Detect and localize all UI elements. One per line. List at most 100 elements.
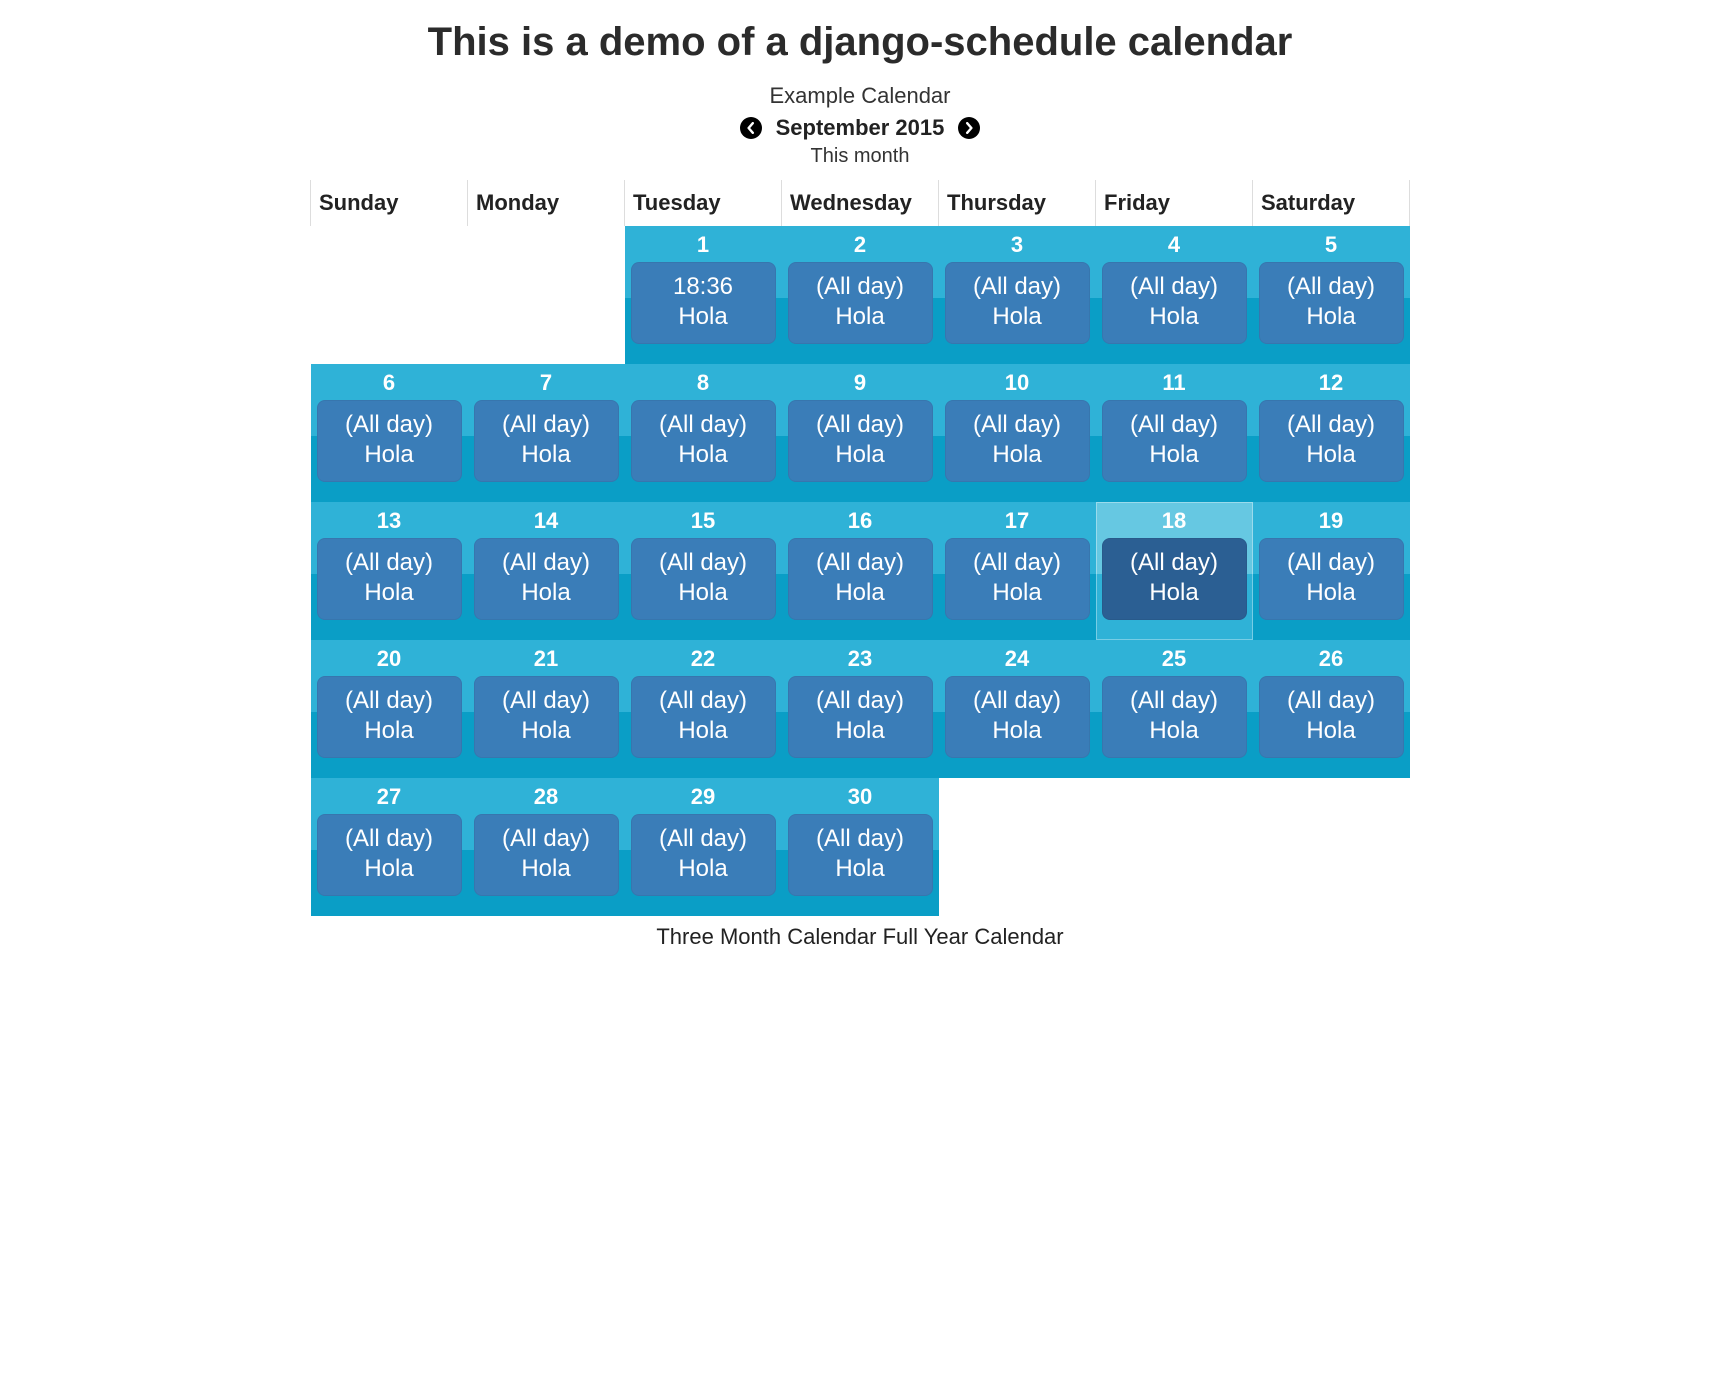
calendar-event[interactable]: (All day)Hola xyxy=(631,676,776,758)
event-time: (All day) xyxy=(480,410,613,440)
calendar-day-cell[interactable]: 118:36Hola xyxy=(625,226,782,364)
event-title: Hola xyxy=(1108,578,1241,608)
calendar-day-cell[interactable]: 27(All day)Hola xyxy=(311,778,468,916)
calendar-week-row: 20(All day)Hola21(All day)Hola22(All day… xyxy=(311,640,1410,778)
event-title: Hola xyxy=(1108,302,1241,332)
day-number: 28 xyxy=(474,784,619,810)
day-number: 2 xyxy=(788,232,933,258)
calendar-event[interactable]: (All day)Hola xyxy=(945,400,1090,482)
calendar-event[interactable]: (All day)Hola xyxy=(1259,538,1404,620)
calendar-event[interactable]: (All day)Hola xyxy=(1259,400,1404,482)
weekday-header: Tuesday xyxy=(625,180,782,226)
calendar-event[interactable]: (All day)Hola xyxy=(1102,262,1247,344)
calendar-day-cell xyxy=(1253,778,1410,916)
event-time: (All day) xyxy=(480,824,613,854)
calendar-event[interactable]: (All day)Hola xyxy=(631,400,776,482)
calendar-event[interactable]: (All day)Hola xyxy=(474,676,619,758)
event-title: Hola xyxy=(480,578,613,608)
calendar-event[interactable]: (All day)Hola xyxy=(631,814,776,896)
day-number: 21 xyxy=(474,646,619,672)
calendar-day-cell[interactable]: 14 (All day)Hola xyxy=(468,502,625,640)
weekday-header: Saturday xyxy=(1253,180,1410,226)
calendar-event[interactable]: (All day)Hola xyxy=(1259,676,1404,758)
day-number: 24 xyxy=(945,646,1090,672)
calendar-day-cell[interactable]: 6(All day)Hola xyxy=(311,364,468,502)
day-number: 4 xyxy=(1102,232,1247,258)
event-title: Hola xyxy=(637,302,770,332)
calendar-event[interactable]: (All day)Hola xyxy=(317,814,462,896)
day-number: 5 xyxy=(1259,232,1404,258)
calendar-day-cell[interactable]: 24 (All day)Hola xyxy=(939,640,1096,778)
calendar-day-cell[interactable]: 21 (All day)Hola xyxy=(468,640,625,778)
calendar-event[interactable]: 18:36Hola xyxy=(631,262,776,344)
event-time: (All day) xyxy=(794,272,927,302)
calendar-day-cell[interactable]: 12(All day)Hola xyxy=(1253,364,1410,502)
this-month-link[interactable]: This month xyxy=(310,145,1410,168)
calendar-day-cell[interactable]: 22(All day)Hola xyxy=(625,640,782,778)
calendar-day-cell[interactable]: 20(All day)Hola xyxy=(311,640,468,778)
calendar-day-cell[interactable]: 2 (All day)Hola xyxy=(782,226,939,364)
calendar-event[interactable]: (All day)Hola xyxy=(474,400,619,482)
calendar-day-cell[interactable]: 5 (All day)Hola xyxy=(1253,226,1410,364)
calendar-day-cell[interactable]: 19(All day)Hola xyxy=(1253,502,1410,640)
event-title: Hola xyxy=(637,440,770,470)
calendar-day-cell[interactable]: 15(All day)Hola xyxy=(625,502,782,640)
event-title: Hola xyxy=(323,716,456,746)
calendar-day-cell[interactable]: 7(All day)Hola xyxy=(468,364,625,502)
event-title: Hola xyxy=(951,440,1084,470)
event-title: Hola xyxy=(951,716,1084,746)
day-number: 17 xyxy=(945,508,1090,534)
calendar-event[interactable]: (All day)Hola xyxy=(945,262,1090,344)
event-time: (All day) xyxy=(1265,272,1398,302)
calendar-event[interactable]: (All day)Hola xyxy=(1102,538,1247,620)
calendar-event[interactable]: (All day)Hola xyxy=(945,676,1090,758)
calendar-day-cell[interactable]: 4 (All day)Hola xyxy=(1096,226,1253,364)
calendar-day-cell xyxy=(939,778,1096,916)
calendar-day-cell[interactable]: 30 (All day)Hola xyxy=(782,778,939,916)
event-time: (All day) xyxy=(637,548,770,578)
day-number: 30 xyxy=(788,784,933,810)
calendar-day-cell[interactable]: 18(All day)Hola xyxy=(1096,502,1253,640)
calendar-day-cell[interactable]: 26(All day)Hola xyxy=(1253,640,1410,778)
calendar-day-cell[interactable]: 10(All day)Hola xyxy=(939,364,1096,502)
calendar-day-cell[interactable]: 17 (All day)Hola xyxy=(939,502,1096,640)
day-number: 16 xyxy=(788,508,933,534)
calendar-event[interactable]: (All day)Hola xyxy=(1102,400,1247,482)
calendar-event[interactable]: (All day)Hola xyxy=(945,538,1090,620)
calendar-event[interactable]: (All day)Hola xyxy=(317,400,462,482)
calendar-event[interactable]: (All day)Hola xyxy=(474,814,619,896)
calendar-event[interactable]: (All day)Hola xyxy=(788,814,933,896)
calendar-day-cell[interactable]: 28 (All day)Hola xyxy=(468,778,625,916)
calendar-day-cell[interactable]: 23 (All day)Hola xyxy=(782,640,939,778)
calendar-event[interactable]: (All day)Hola xyxy=(1102,676,1247,758)
next-month-button[interactable] xyxy=(958,117,980,139)
calendar-day-cell[interactable]: 29(All day)Hola xyxy=(625,778,782,916)
calendar-event[interactable]: (All day)Hola xyxy=(788,676,933,758)
calendar-day-cell[interactable]: 8(All day)Hola xyxy=(625,364,782,502)
calendar-event[interactable]: (All day)Hola xyxy=(1259,262,1404,344)
prev-month-button[interactable] xyxy=(740,117,762,139)
event-title: Hola xyxy=(794,854,927,884)
calendar-event[interactable]: (All day)Hola xyxy=(788,262,933,344)
calendar-day-cell[interactable]: 13(All day)Hola xyxy=(311,502,468,640)
calendar-day-cell[interactable]: 16 (All day)Hola xyxy=(782,502,939,640)
calendar-event[interactable]: (All day)Hola xyxy=(631,538,776,620)
page-title: This is a demo of a django-schedule cale… xyxy=(310,20,1410,65)
calendar-event[interactable]: (All day)Hola xyxy=(788,538,933,620)
calendar-event[interactable]: (All day)Hola xyxy=(317,676,462,758)
calendar-day-cell[interactable]: 3(All day)Hola xyxy=(939,226,1096,364)
day-number: 14 xyxy=(474,508,619,534)
event-time: (All day) xyxy=(323,410,456,440)
day-number: 23 xyxy=(788,646,933,672)
calendar-event[interactable]: (All day)Hola xyxy=(317,538,462,620)
calendar-day-cell[interactable]: 9(All day)Hola xyxy=(782,364,939,502)
calendar-day-cell[interactable]: 25(All day)Hola xyxy=(1096,640,1253,778)
calendar-day-cell[interactable]: 11(All day)Hola xyxy=(1096,364,1253,502)
event-title: Hola xyxy=(1108,716,1241,746)
calendar-event[interactable]: (All day)Hola xyxy=(788,400,933,482)
three-month-calendar-link[interactable]: Three Month Calendar xyxy=(656,924,876,949)
calendar-event[interactable]: (All day)Hola xyxy=(474,538,619,620)
event-time: (All day) xyxy=(1265,410,1398,440)
full-year-calendar-link[interactable]: Full Year Calendar xyxy=(883,924,1064,949)
arrow-right-icon xyxy=(963,122,975,134)
